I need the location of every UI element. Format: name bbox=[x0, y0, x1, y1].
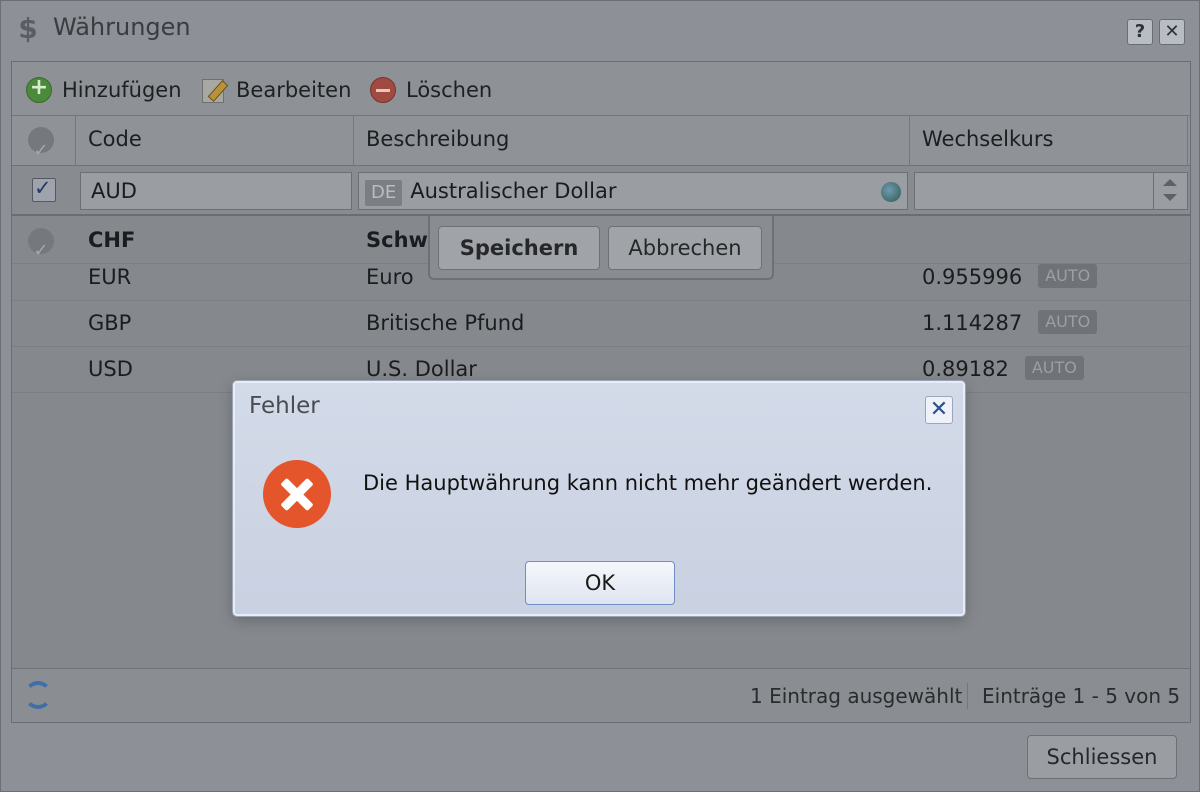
table-row[interactable]: GBP Britische Pfund 1.114287 AUTO bbox=[12, 301, 1190, 347]
auto-badge: AUTO bbox=[1038, 310, 1098, 334]
row-code: USD bbox=[88, 357, 133, 381]
dialog-title: Fehler bbox=[249, 393, 320, 419]
dialog-close-icon[interactable]: ✕ bbox=[925, 396, 953, 424]
row-checkbox[interactable] bbox=[32, 176, 56, 202]
description-value: Australischer Dollar bbox=[410, 179, 617, 203]
dollar-icon: $ bbox=[18, 12, 38, 45]
range-status: Einträge 1 - 5 von 5 bbox=[982, 684, 1181, 708]
edit-label: Bearbeiten bbox=[236, 78, 352, 102]
refresh-icon[interactable] bbox=[24, 681, 52, 709]
row-code: GBP bbox=[88, 311, 132, 335]
schliessen-button[interactable]: Schliessen bbox=[1027, 735, 1177, 779]
error-dialog: Fehler ✕ Die Hauptwährung kann nicht meh… bbox=[233, 381, 965, 616]
column-header-code[interactable]: Code bbox=[76, 116, 354, 166]
delete-button[interactable]: Löschen bbox=[370, 76, 492, 104]
pencil-icon bbox=[200, 77, 226, 103]
auto-badge: AUTO bbox=[1038, 264, 1098, 288]
column-header-rate[interactable]: Wechselkurs bbox=[910, 116, 1188, 166]
edit-button[interactable]: Bearbeiten bbox=[200, 76, 351, 104]
column-header-description[interactable]: Beschreibung bbox=[354, 116, 910, 166]
save-button[interactable]: Speichern bbox=[438, 226, 600, 270]
spinner-down-icon[interactable] bbox=[1163, 194, 1177, 201]
help-button[interactable]: ? bbox=[1127, 19, 1153, 45]
check-all-icon bbox=[28, 127, 54, 174]
row-rate: 0.955996 bbox=[922, 265, 1023, 289]
window-title: Währungen bbox=[53, 13, 191, 41]
code-field[interactable]: AUD bbox=[80, 172, 352, 210]
row-rate: 1.114287 bbox=[922, 311, 1023, 335]
window-close-button[interactable]: ✕ bbox=[1159, 19, 1185, 45]
grid-header: Code Beschreibung Wechselkurs bbox=[12, 116, 1190, 174]
cancel-button[interactable]: Abbrechen bbox=[608, 226, 762, 270]
language-badge: DE bbox=[365, 180, 403, 206]
spinner-up-icon[interactable] bbox=[1163, 179, 1177, 186]
error-icon bbox=[263, 460, 331, 528]
description-field[interactable]: DE Australischer Dollar bbox=[358, 172, 908, 210]
row-editor-buttons: Speichern Abbrechen bbox=[428, 216, 774, 280]
window-titlebar: $ Währungen ? ✕ bbox=[1, 1, 1200, 59]
selection-status: 1 Eintrag ausgewählt bbox=[750, 684, 963, 708]
paging-footer: 1 Eintrag ausgewählt Einträge 1 - 5 von … bbox=[12, 668, 1190, 722]
status-divider bbox=[967, 683, 968, 709]
globe-icon[interactable] bbox=[881, 182, 901, 202]
dialog-message: Die Hauptwährung kann nicht mehr geänder… bbox=[363, 471, 933, 495]
rate-spinner[interactable] bbox=[1153, 173, 1187, 209]
toolbar: Hinzufügen Bearbeiten Löschen bbox=[12, 62, 1190, 116]
edit-row: AUD DE Australischer Dollar bbox=[12, 166, 1190, 216]
header-select-all[interactable] bbox=[12, 116, 76, 174]
rate-field[interactable] bbox=[914, 172, 1188, 210]
base-currency-check-icon bbox=[28, 228, 54, 273]
delete-label: Löschen bbox=[406, 78, 493, 102]
ok-button[interactable]: OK bbox=[525, 561, 675, 605]
row-description: Britische Pfund bbox=[366, 311, 525, 335]
row-description: Euro bbox=[366, 265, 414, 289]
add-label: Hinzufügen bbox=[62, 78, 182, 102]
delete-icon bbox=[370, 77, 396, 103]
row-rate: 0.89182 bbox=[922, 357, 1009, 381]
add-button[interactable]: Hinzufügen bbox=[26, 75, 182, 104]
auto-badge: AUTO bbox=[1024, 356, 1084, 380]
row-code: EUR bbox=[88, 265, 132, 289]
add-icon bbox=[26, 75, 52, 103]
